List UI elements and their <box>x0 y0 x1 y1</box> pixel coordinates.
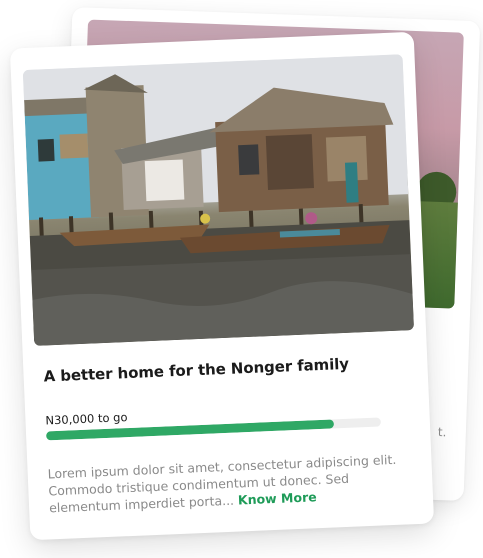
funding-remaining: N30,000 to go <box>45 410 128 428</box>
campaign-description: Lorem ipsum dolor sit amet, consectetur … <box>47 450 417 516</box>
back-card-text: t. <box>437 425 447 440</box>
description-text: Lorem ipsum dolor sit amet, consectetur … <box>47 451 397 516</box>
campaign-title: A better home for the Nonger family <box>43 354 350 386</box>
campaign-photo <box>22 54 415 346</box>
campaign-card[interactable]: A better home for the Nonger family N30,… <box>9 31 435 541</box>
know-more-link[interactable]: Know More <box>238 489 317 507</box>
